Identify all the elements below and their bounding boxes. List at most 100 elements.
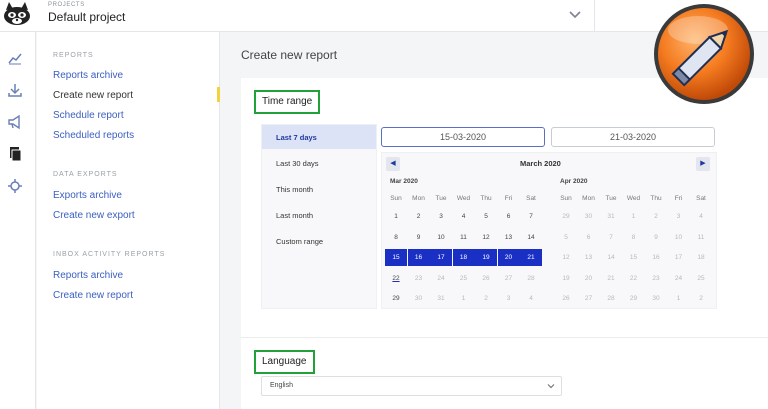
calendar-day[interactable]: 5 [555, 229, 577, 246]
integrations-icon[interactable] [7, 178, 23, 194]
calendar-day[interactable]: 27 [578, 290, 600, 307]
nav-reports-archive[interactable]: Reports archive [53, 70, 123, 81]
calendar-day[interactable]: 26 [555, 290, 577, 307]
calendar-day[interactable]: 1 [385, 208, 407, 225]
calendar-day[interactable]: 17 [668, 249, 690, 266]
calendar-day[interactable]: 16 [407, 249, 430, 266]
calendar-day[interactable]: 28 [600, 290, 622, 307]
chevron-down-icon[interactable] [546, 381, 556, 391]
calendar-day[interactable]: 9 [408, 229, 430, 246]
calendar-day[interactable]: 7 [600, 229, 622, 246]
range-option[interactable]: Custom range [262, 229, 376, 253]
calendar-day[interactable]: 3 [498, 290, 520, 307]
calendar-day[interactable]: 6 [578, 229, 600, 246]
calendar-day[interactable]: 8 [623, 229, 645, 246]
calendar-day[interactable]: 17 [430, 249, 452, 266]
nav-inbox-create-new-report[interactable]: Create new report [53, 290, 133, 301]
calendar-day[interactable]: 18 [690, 249, 712, 266]
calendar-day[interactable]: 7 [520, 208, 542, 225]
end-date-input[interactable]: 21-03-2020 [551, 127, 715, 147]
calendar-day[interactable]: 13 [578, 249, 600, 266]
weekday-label: Wed [456, 195, 471, 202]
calendar-day[interactable]: 31 [430, 290, 452, 307]
calendar-day[interactable]: 27 [498, 270, 520, 287]
calendar-day[interactable]: 6 [498, 208, 520, 225]
calendar-day[interactable]: 4 [520, 290, 542, 307]
nav-scheduled-reports[interactable]: Scheduled reports [53, 130, 134, 141]
calendar-day[interactable]: 2 [408, 208, 430, 225]
calendar-day[interactable]: 3 [668, 208, 690, 225]
calendar-day[interactable]: 1 [453, 290, 475, 307]
calendar-day[interactable]: 2 [475, 290, 497, 307]
reports-icon[interactable] [7, 146, 23, 162]
analytics-icon[interactable] [7, 50, 23, 66]
calendar-day[interactable]: 4 [453, 208, 475, 225]
calendar-day[interactable]: 18 [452, 249, 475, 266]
nav-create-new-report[interactable]: Create new report [53, 90, 133, 101]
calendar-day[interactable]: 30 [408, 290, 430, 307]
calendar-day[interactable]: 11 [690, 229, 712, 246]
calendar-day[interactable]: 24 [668, 270, 690, 287]
calendar-day[interactable]: 19 [475, 249, 497, 266]
nav-schedule-report[interactable]: Schedule report [53, 110, 124, 121]
download-icon[interactable] [7, 82, 23, 98]
nav-exports-archive[interactable]: Exports archive [53, 190, 122, 201]
calendar-day[interactable]: 12 [555, 249, 577, 266]
calendar-day[interactable]: 25 [690, 270, 712, 287]
calendar-day[interactable]: 1 [668, 290, 690, 307]
calendar-day[interactable]: 31 [600, 208, 622, 225]
nav-create-new-export[interactable]: Create new export [53, 210, 135, 221]
calendar-day[interactable]: 14 [600, 249, 622, 266]
calendar-day[interactable]: 15 [385, 249, 407, 266]
calendar-day[interactable]: 25 [453, 270, 475, 287]
calendar-day[interactable]: 12 [475, 229, 497, 246]
range-option[interactable]: This month [262, 177, 376, 201]
calendar-day[interactable]: 14 [520, 229, 542, 246]
range-option[interactable]: Last 30 days [262, 151, 376, 175]
calendar-day[interactable]: 8 [385, 229, 407, 246]
calendar-day[interactable]: 16 [645, 249, 667, 266]
previous-month-button[interactable]: ◀ [386, 157, 400, 171]
project-selector[interactable]: Default project [48, 10, 125, 24]
calendar-day[interactable]: 10 [668, 229, 690, 246]
calendar-day[interactable]: 29 [555, 208, 577, 225]
raccoon-logo-icon[interactable] [0, 0, 36, 32]
calendar-day[interactable]: 24 [430, 270, 452, 287]
calendar-day[interactable]: 13 [498, 229, 520, 246]
calendar-day[interactable]: 1 [623, 208, 645, 225]
calendar-day[interactable]: 22 [623, 270, 645, 287]
calendar-day[interactable]: 30 [645, 290, 667, 307]
calendar-day[interactable]: 19 [555, 270, 577, 287]
calendar-day[interactable]: 28 [520, 270, 542, 287]
chevron-down-icon[interactable] [567, 6, 583, 22]
calendar-day[interactable]: 21 [600, 270, 622, 287]
calendar-day[interactable]: 5 [475, 208, 497, 225]
start-date-input[interactable]: 15-03-2020 [381, 127, 545, 147]
calendar-day[interactable]: 21 [520, 249, 542, 266]
calendar-day[interactable]: 10 [430, 229, 452, 246]
nav-inbox-reports-archive[interactable]: Reports archive [53, 270, 123, 281]
calendar-day[interactable]: 4 [690, 208, 712, 225]
next-month-button[interactable]: ▶ [696, 157, 710, 171]
calendar-day[interactable]: 9 [645, 229, 667, 246]
range-option[interactable]: Last month [262, 203, 376, 227]
calendar-day[interactable]: 30 [578, 208, 600, 225]
calendar-day[interactable]: 11 [453, 229, 475, 246]
nav-section-data-exports: DATA EXPORTS [53, 171, 118, 178]
calendar-day[interactable]: 15 [623, 249, 645, 266]
calendar-day[interactable]: 26 [475, 270, 497, 287]
calendar-day[interactable]: 23 [645, 270, 667, 287]
calendar-day[interactable]: 23 [408, 270, 430, 287]
megaphone-icon[interactable] [7, 114, 23, 130]
calendar-day[interactable]: 3 [430, 208, 452, 225]
calendar-day[interactable]: 20 [578, 270, 600, 287]
pencil-badge-icon [654, 4, 754, 104]
calendar-day[interactable]: 2 [645, 208, 667, 225]
range-option[interactable]: Last 7 days [262, 125, 376, 149]
calendar-day[interactable]: 20 [497, 249, 520, 266]
calendar-day[interactable]: 29 [385, 290, 407, 307]
language-select[interactable]: English [261, 376, 562, 396]
calendar-day[interactable]: 22 [385, 270, 407, 287]
calendar-day[interactable]: 29 [623, 290, 645, 307]
calendar-day[interactable]: 2 [690, 290, 712, 307]
